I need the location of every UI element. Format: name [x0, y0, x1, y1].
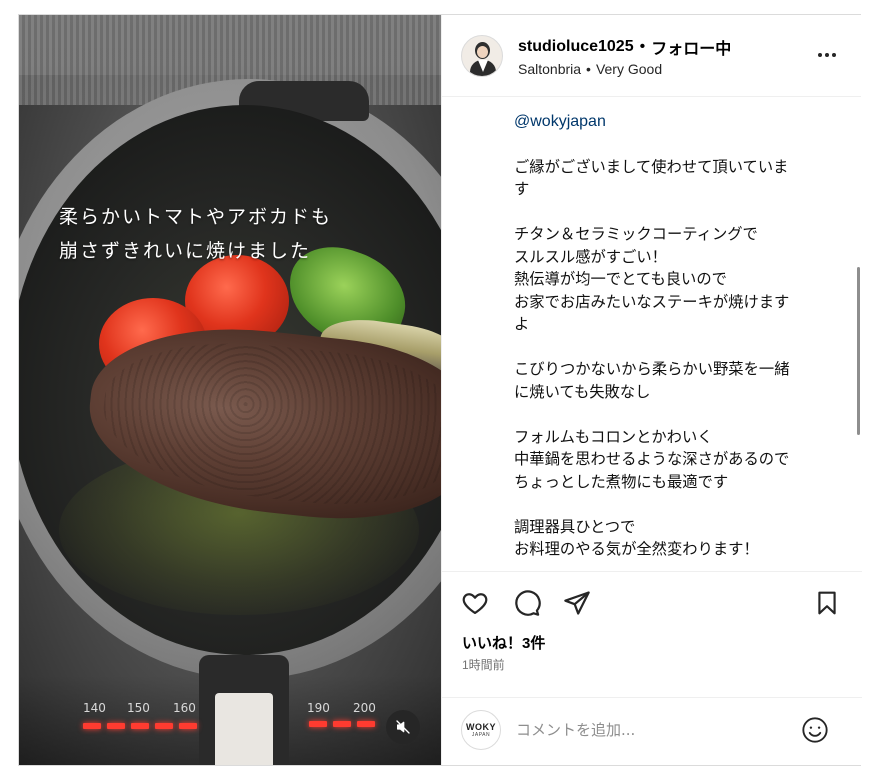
- post-video[interactable]: 140 150 160 190 200 柔らかいトマトやアボカドも 崩さずきれい…: [19, 15, 441, 765]
- caption-paragraph: こびりつかないから柔らかい野菜を一緒 に焼いても失敗なし: [514, 360, 790, 401]
- separator-dot: •: [586, 61, 591, 77]
- username-link[interactable]: studioluce1025: [518, 38, 634, 56]
- like-button[interactable]: [460, 588, 490, 618]
- location-rating[interactable]: Very Good: [596, 61, 662, 77]
- comment-bar: WOKY JAPAN: [442, 697, 862, 765]
- overlay-line: 柔らかいトマトやアボカドも: [59, 206, 333, 228]
- location-link[interactable]: Saltonbria: [518, 61, 581, 77]
- avatar-logo-sub: JAPAN: [471, 732, 491, 738]
- comment-button[interactable]: [512, 588, 542, 618]
- username-row: studioluce1025 • フォロー中: [518, 35, 731, 59]
- pan-handle: [199, 655, 289, 765]
- caption-paragraph: 調理器具ひとつで お料理のやる気が全然変わります！: [514, 517, 759, 559]
- comment-icon: [515, 590, 541, 616]
- comment-input[interactable]: [516, 718, 776, 742]
- heat-indicator: [179, 723, 197, 729]
- heat-indicator: [155, 723, 173, 729]
- share-icon: [564, 591, 590, 615]
- heat-indicator: [357, 721, 375, 727]
- heat-label: 190: [307, 701, 330, 715]
- heat-indicator: [309, 721, 327, 727]
- mention-link[interactable]: @wokyjapan: [514, 111, 836, 134]
- post-side-panel: studioluce1025 • フォロー中 Saltonbria • Very…: [441, 15, 862, 765]
- avatar-logo-main: WOKY: [466, 722, 496, 732]
- emoji-button[interactable]: [800, 715, 830, 745]
- caption-area: @wokyjapan ご縁がございまして使わせて頂いていま す チタン＆セラミッ…: [442, 97, 862, 571]
- action-bar: いいね！3件 1時間前: [442, 571, 862, 677]
- heart-icon: [462, 593, 488, 615]
- caption-paragraph: フォルムもコロンとかわいく 中華鍋を思わせるような深さがあるので ちょっとした煮…: [514, 427, 790, 491]
- caption-scrollbar[interactable]: [857, 267, 860, 435]
- share-button[interactable]: [562, 588, 592, 618]
- save-button[interactable]: [812, 588, 842, 618]
- overlay-line: 崩さずきれいに焼けました: [59, 240, 312, 262]
- heat-indicator: [83, 723, 101, 729]
- current-user-avatar: WOKY JAPAN: [461, 710, 501, 750]
- post-timestamp[interactable]: 1時間前: [462, 656, 505, 673]
- caption-paragraph: チタン＆セラミックコーティングで スルスル感がすごい！ 熱伝導が均一でとても良い…: [514, 225, 790, 333]
- more-options-icon[interactable]: [815, 45, 839, 65]
- avatar[interactable]: [461, 35, 503, 77]
- separator-dot: •: [639, 38, 646, 55]
- follow-status-button[interactable]: フォロー中: [651, 35, 731, 59]
- heat-label: 140: [83, 701, 106, 715]
- caption-text: @wokyjapan ご縁がございまして使わせて頂いていま す チタン＆セラミッ…: [514, 111, 836, 571]
- mute-button[interactable]: [386, 710, 420, 744]
- post-header: studioluce1025 • フォロー中 Saltonbria • Very…: [442, 15, 861, 97]
- caption-paragraph: ご縁がございまして使わせて頂いていま す: [514, 157, 789, 199]
- video-overlay-caption: 柔らかいトマトやアボカドも 崩さずきれいに焼けました: [59, 200, 379, 268]
- likes-count[interactable]: いいね！3件: [462, 632, 545, 653]
- heat-label: 150: [127, 701, 150, 715]
- bookmark-icon: [818, 591, 836, 615]
- heat-label: 160: [173, 701, 196, 715]
- post-container: 140 150 160 190 200 柔らかいトマトやアボカドも 崩さずきれい…: [18, 14, 862, 766]
- speaker-muted-icon: [396, 720, 410, 734]
- heat-indicator: [131, 723, 149, 729]
- heat-label: 200: [353, 701, 376, 715]
- heat-indicator: [107, 723, 125, 729]
- location-row: Saltonbria • Very Good: [518, 61, 662, 77]
- heat-indicator: [333, 721, 351, 727]
- emoji-icon: [802, 717, 828, 743]
